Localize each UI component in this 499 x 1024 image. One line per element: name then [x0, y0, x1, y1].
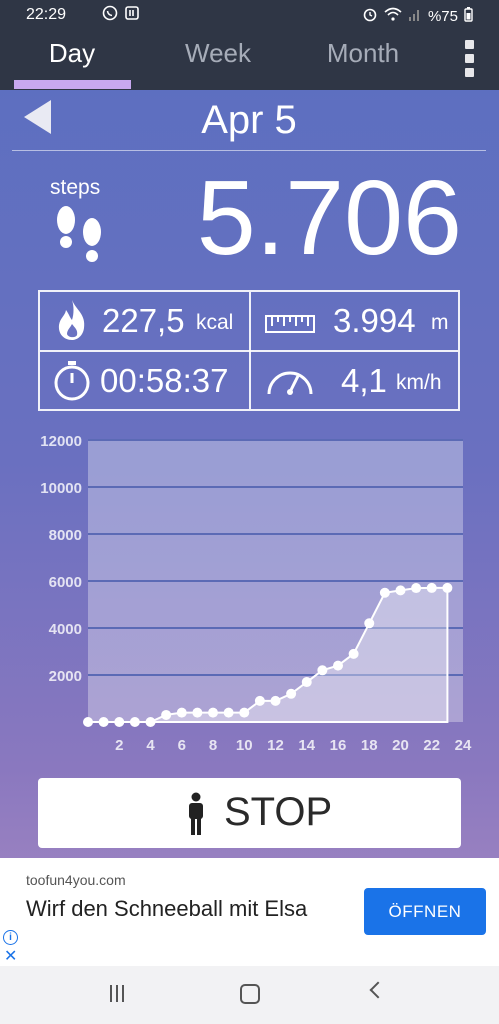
speed-cell: 4,1 km/h: [251, 352, 460, 408]
notification-icon: [124, 5, 140, 25]
alarm-icon: [362, 6, 378, 26]
recents-icon[interactable]: [110, 985, 128, 1007]
y-tick-label: 6000: [49, 574, 82, 591]
data-point: [239, 707, 250, 718]
y-tick-label: 4000: [49, 621, 82, 638]
stop-button-label: STOP: [224, 790, 333, 834]
speed-unit: km/h: [396, 371, 442, 394]
data-point: [208, 707, 218, 718]
x-tick-label: 14: [298, 737, 315, 754]
data-point: [192, 707, 203, 718]
data-point: [270, 695, 281, 706]
data-point: [301, 677, 312, 688]
signal-icon: [408, 7, 422, 25]
ad-domain: toofun4you.com: [26, 872, 126, 888]
speedometer-icon: [267, 371, 313, 395]
tab-bar: Day Week Month: [0, 30, 499, 90]
x-tick-label: 20: [392, 737, 409, 754]
hourly-steps-chart: 200040006000800010000120002 4 6 8 10 12 14 16 18…: [40, 433, 472, 754]
x-tick-label: 2: [115, 737, 123, 754]
distance-cell: 3.994 m: [251, 292, 460, 348]
data-point: [379, 587, 390, 598]
ad-banner[interactable]: toofun4you.com Wirf den Schneeball mit E…: [0, 858, 499, 966]
data-point: [333, 660, 343, 671]
data-point: [129, 717, 140, 727]
current-date: Apr 5: [201, 98, 297, 142]
calories-value: 227,5: [102, 302, 185, 339]
flame-icon: [58, 300, 85, 340]
data-point: [426, 582, 437, 593]
tab-month[interactable]: Month: [305, 38, 421, 78]
duration-value: 00:58:37: [100, 362, 229, 399]
battery-text: %75: [427, 7, 458, 25]
steps-label: steps: [50, 176, 101, 199]
step-count: 5.706: [196, 159, 462, 277]
y-tick-label: 12000: [40, 433, 82, 450]
x-tick-label: 6: [178, 737, 186, 754]
data-point: [254, 695, 265, 706]
x-tick-label: 24: [455, 737, 472, 754]
tab-week[interactable]: Week: [160, 38, 276, 78]
stop-button[interactable]: STOP: [38, 778, 461, 848]
distance-value: 3.994: [333, 302, 416, 339]
x-tick-label: 16: [330, 737, 347, 754]
ad-headline[interactable]: Wirf den Schneeball mit Elsa: [26, 894, 346, 924]
x-tick-label: 18: [361, 737, 378, 754]
y-tick-label: 10000: [40, 480, 82, 497]
date-header: Apr 5: [12, 92, 486, 151]
data-point: [395, 585, 406, 596]
overflow-menu-icon[interactable]: [465, 40, 475, 78]
x-tick-label: 4: [146, 737, 155, 754]
status-bar: 22:29 %75: [0, 0, 499, 30]
x-tick-label: 10: [236, 737, 253, 754]
data-point: [223, 707, 234, 718]
wifi-icon: [384, 7, 402, 25]
data-point: [176, 707, 187, 718]
data-point: [317, 665, 328, 676]
ad-open-button[interactable]: ÖFFNEN: [364, 888, 486, 935]
data-point: [114, 717, 125, 727]
ad-close-icon[interactable]: ✕: [4, 946, 17, 966]
ruler-icon: [265, 315, 315, 333]
battery-icon: [464, 6, 473, 26]
data-point: [145, 717, 156, 727]
data-point: [98, 717, 109, 727]
footprints-icon: [57, 206, 101, 262]
distance-unit: m: [431, 311, 449, 334]
duration-cell: 00:58:37: [40, 352, 249, 408]
back-icon[interactable]: [369, 981, 387, 999]
calories-cell: 227,5 kcal: [40, 292, 249, 348]
home-icon[interactable]: [240, 984, 260, 1004]
y-tick-label: 8000: [49, 527, 82, 544]
data-point: [442, 582, 453, 593]
status-time: 22:29: [26, 6, 67, 23]
speed-value: 4,1: [341, 362, 387, 399]
whatsapp-icon: [102, 5, 118, 25]
system-nav-bar: [0, 966, 499, 1024]
stats-grid: 227,5 kcal 3.994 m 00:58:37 4,1 km/h: [38, 290, 460, 411]
x-tick-label: 12: [267, 737, 284, 754]
active-tab-indicator: [14, 80, 131, 89]
data-point: [286, 688, 297, 699]
data-point: [83, 717, 93, 727]
person-icon: [189, 792, 203, 835]
calories-unit: kcal: [196, 311, 234, 334]
data-point: [161, 709, 172, 720]
tab-day[interactable]: Day: [14, 38, 130, 78]
x-tick-label: 22: [423, 737, 440, 754]
ad-info-icon[interactable]: i: [3, 930, 18, 945]
data-point: [348, 648, 359, 659]
x-tick-label: 8: [209, 737, 217, 754]
data-point: [364, 618, 375, 629]
stopwatch-icon: [54, 361, 90, 401]
data-point: [411, 583, 422, 594]
y-tick-label: 2000: [49, 668, 82, 685]
